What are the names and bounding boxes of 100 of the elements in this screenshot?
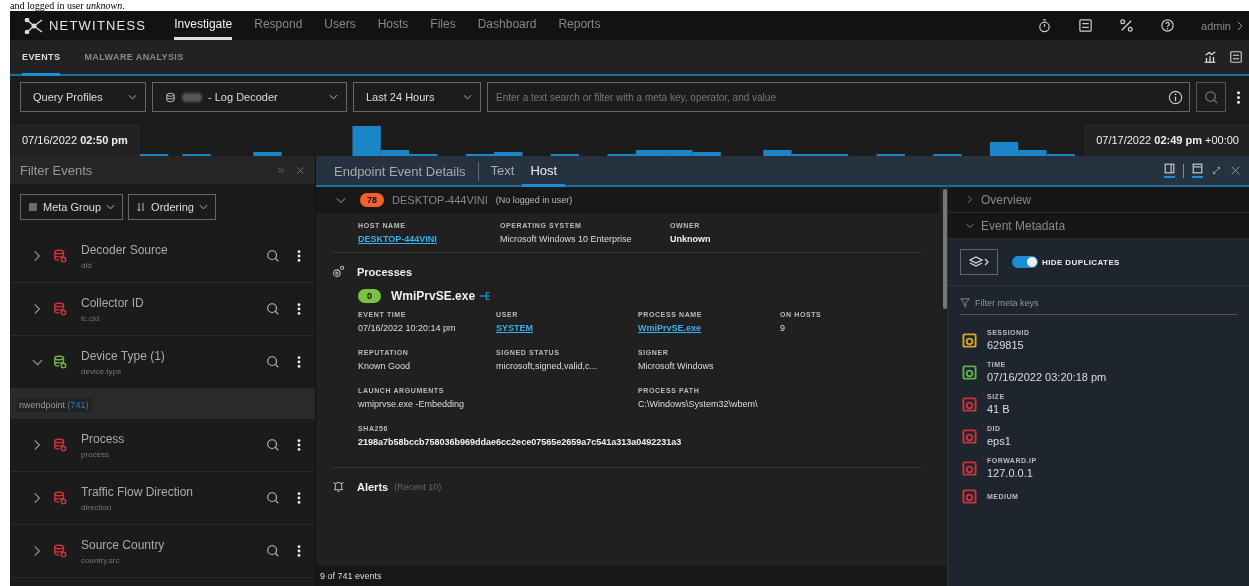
details-tab[interactable]: Text	[482, 156, 523, 187]
sub-tab[interactable]: MALWARE ANALYSIS	[84, 40, 184, 76]
settings-sliders-icon[interactable]	[1078, 18, 1094, 33]
accordion-header[interactable]: Event Metadata	[948, 213, 1249, 239]
field-link[interactable]: DESKTOP-444VINI	[358, 234, 500, 244]
nav-tab[interactable]: Dashboard	[477, 11, 537, 40]
meta-layers-button[interactable]	[960, 249, 998, 275]
section-title: Processes	[357, 265, 413, 278]
user-menu[interactable]: admin	[1201, 19, 1231, 32]
meta-value-chip[interactable]: nwendpoint (741)	[16, 398, 92, 412]
meta-value[interactable]: 629815	[987, 339, 1030, 351]
caret-icon	[198, 204, 208, 210]
meta-key-name[interactable]: Device Type (1)	[81, 348, 266, 363]
meta-key-id: direction	[81, 502, 113, 512]
meta-key-name[interactable]: Traffic Flow Direction	[81, 484, 266, 499]
time-range-dropdown[interactable]: Last 24 Hours	[353, 82, 481, 112]
search-icon[interactable]	[266, 491, 280, 505]
network-node-icon	[24, 17, 44, 34]
search-button[interactable]	[1196, 82, 1226, 112]
nav-tab[interactable]: Respond	[254, 11, 303, 40]
meta-key-id: country.src	[81, 555, 121, 565]
meta-value[interactable]: 07/16/2022 03:20:18 pm	[987, 371, 1107, 383]
field-value: 9	[780, 323, 786, 333]
more-options-icon[interactable]	[297, 491, 301, 505]
meta-key-name[interactable]: Source Country	[81, 537, 266, 552]
expand-icon[interactable]	[1211, 165, 1222, 176]
collapse-chevron-icon[interactable]	[336, 195, 346, 205]
filter-icon	[960, 298, 970, 308]
info-icon[interactable]	[1168, 89, 1183, 105]
query-input[interactable]: Enter a text search or filter with a meta key, operator, and value	[494, 90, 1168, 104]
more-options-icon[interactable]	[1236, 89, 1241, 105]
side-panel-icon[interactable]	[1164, 163, 1175, 178]
field-value: Known Good	[358, 361, 412, 371]
more-options-icon[interactable]	[297, 355, 301, 369]
close-icon[interactable]	[296, 165, 305, 175]
search-icon[interactable]	[266, 302, 280, 316]
help-icon[interactable]	[1160, 18, 1176, 33]
accordion-header[interactable]: Overview	[948, 187, 1249, 213]
caret-icon	[128, 94, 137, 100]
query-bar[interactable]: Enter a text search or filter with a meta key, operator, and value	[487, 82, 1190, 112]
expand-chevron-icon[interactable]	[32, 439, 43, 451]
expand-chevron-icon[interactable]	[32, 250, 43, 262]
more-options-icon[interactable]	[297, 544, 301, 558]
sub-tab[interactable]: EVENTS	[22, 40, 61, 76]
nav-tab[interactable]: Reports	[558, 11, 601, 40]
more-options-icon[interactable]	[297, 249, 301, 263]
expand-chevron-icon[interactable]	[32, 492, 43, 504]
meta-value[interactable]: 41 B	[987, 403, 1010, 415]
window-icon[interactable]	[1192, 163, 1203, 178]
meta-key-id: process	[81, 449, 110, 459]
meta-value[interactable]: eps1	[987, 435, 1011, 447]
stopwatch-icon[interactable]	[1037, 18, 1053, 33]
toggle-switch[interactable]	[1012, 256, 1038, 268]
event-count: 9 of 741 events	[320, 571, 382, 581]
netwitness-logo[interactable]: NETWITNESS	[24, 17, 147, 34]
settings-sliders-icon[interactable]	[1229, 50, 1243, 64]
search-icon[interactable]	[266, 249, 280, 263]
sort-icon	[136, 202, 147, 212]
expand-chevron-icon[interactable]	[32, 545, 43, 557]
start-time-label: 07/16/2022 02:50 pm	[10, 124, 140, 156]
field-value: wmiprvse.exe -Embedding	[358, 399, 466, 409]
field-value: 2198a7b58bccb758036b969ddae6cc2ece07565e2659a7c541a313a0492231a3	[358, 437, 683, 447]
document-text: and logged in user unknown.	[10, 0, 125, 11]
process-title: WmiPrvSE.exe	[391, 289, 476, 303]
process-tree-icon[interactable]	[479, 291, 493, 301]
caret-icon	[106, 204, 116, 210]
meta-key-name[interactable]: Process	[81, 431, 266, 446]
meta-value[interactable]: 127.0.0.1	[987, 467, 1037, 479]
chevron-right-icon[interactable]	[1236, 20, 1243, 31]
search-icon[interactable]	[266, 544, 280, 558]
ordering-dropdown[interactable]: Ordering	[128, 194, 216, 220]
toggle-label: HIDE DUPLICATES	[1042, 257, 1120, 267]
meta-key-name[interactable]: Collector ID	[81, 295, 266, 310]
more-options-icon[interactable]	[297, 438, 301, 452]
search-icon[interactable]	[266, 438, 280, 452]
meta-group-dropdown[interactable]: Meta Group	[20, 194, 124, 220]
search-icon[interactable]	[266, 355, 280, 369]
query-profiles-dropdown[interactable]: Query Profiles	[20, 82, 146, 112]
filter-meta-field[interactable]: Filter meta keys	[973, 297, 1237, 309]
close-icon[interactable]	[1230, 165, 1241, 176]
nav-tab[interactable]: Users	[324, 11, 356, 40]
bell-icon	[332, 480, 345, 493]
nav-tab[interactable]: Hosts	[377, 11, 409, 40]
field-link[interactable]: WmiPrvSE.exe	[638, 323, 780, 333]
field-value: microsoft,signed,valid,c...	[496, 361, 599, 371]
more-options-icon[interactable]	[297, 302, 301, 316]
chart-toggle-icon[interactable]	[1203, 50, 1217, 64]
meta-key-id: did	[81, 260, 93, 270]
host-title: DESKTOP-444VINI	[392, 194, 488, 206]
details-tab[interactable]: Endpoint Event Details	[334, 162, 479, 181]
expand-chevron-icon[interactable]	[32, 303, 43, 315]
section-title: Alerts	[357, 480, 389, 493]
service-dropdown[interactable]: - Log Decoder	[152, 82, 347, 112]
field-value: C:\Windows\System32\wbem\	[638, 399, 759, 409]
meta-key-name[interactable]: Decoder Source	[81, 242, 266, 257]
caret-icon	[329, 94, 338, 100]
field-value: 07/16/2022 10:20:14 pm	[358, 323, 457, 333]
meta-key-id: device.type	[81, 366, 123, 376]
nav-tab[interactable]: Files	[430, 11, 456, 40]
field-link[interactable]: SYSTEM	[496, 323, 638, 333]
